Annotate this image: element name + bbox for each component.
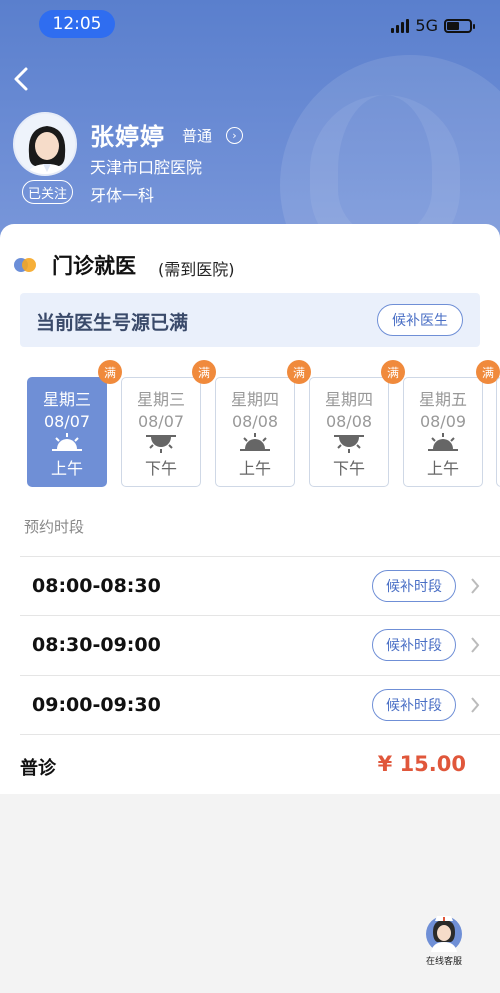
sun-icon: [428, 433, 458, 451]
full-notice-text: 当前医生号源已满: [36, 312, 189, 334]
department-name: 牙体一科: [90, 186, 155, 205]
chevron-right-icon: [471, 637, 480, 653]
date-tab-date: 08/09: [419, 412, 467, 431]
full-tag: 满: [192, 360, 216, 384]
divider: [20, 734, 500, 735]
back-arrow-icon[interactable]: [10, 64, 36, 94]
section-title: 门诊就医: [52, 254, 136, 278]
battery-icon: [444, 18, 475, 33]
network-label: 5G: [415, 16, 438, 35]
date-tab-date: 08/08: [325, 412, 373, 431]
date-tab-date: 08/07: [43, 412, 91, 431]
waitlist-slot-button[interactable]: 候补时段: [372, 570, 456, 602]
date-tab-weekday: 星期四: [230, 390, 279, 409]
date-tab-period: 下午: [144, 459, 177, 478]
hospital-name: 天津市口腔医院: [90, 158, 203, 177]
doctor-name: 张婷婷: [90, 123, 165, 151]
chevron-right-icon: [471, 697, 480, 713]
date-tab-period: 上午: [426, 459, 459, 478]
full-tag: 满: [381, 360, 405, 384]
date-tab[interactable]: 星期三 08/07 上午: [27, 377, 107, 487]
doctor-avatar: [13, 112, 77, 176]
slot-time: 09:00-09:30: [32, 694, 161, 716]
waitlist-doctor-button[interactable]: 候补医生: [377, 304, 463, 336]
date-tab[interactable]: 星期三 08/07 下午: [121, 377, 201, 487]
follow-badge[interactable]: 已关注: [22, 180, 73, 204]
nurse-avatar-icon: [426, 916, 462, 952]
date-tab-period: 下午: [332, 459, 365, 478]
price-value: ¥ 15.00: [377, 752, 466, 776]
sunset-icon: [146, 435, 176, 453]
date-tab-weekday: 星期三: [42, 390, 91, 409]
date-tab[interactable]: 星期四 08/08 上午: [215, 377, 295, 487]
time-slot-row[interactable]: 08:00-08:30 候补时段: [20, 556, 500, 615]
date-tab-period: 上午: [50, 459, 83, 478]
status-time: 12:05: [39, 10, 115, 38]
time-slot-row[interactable]: 08:30-09:00 候补时段: [20, 615, 500, 674]
section-dot-icon-secondary: [22, 258, 36, 272]
waitlist-slot-button[interactable]: 候补时段: [372, 629, 456, 661]
full-notice-banner: 当前医生号源已满 候补医生: [20, 293, 480, 347]
price-label: 普诊: [20, 758, 56, 779]
customer-service-button[interactable]: 在线客服: [420, 912, 468, 967]
date-tab-date: 08/07: [137, 412, 185, 431]
date-tab-date: 08/08: [231, 412, 279, 431]
date-tab-weekday: 星期四: [324, 390, 373, 409]
waitlist-slot-button[interactable]: 候补时段: [372, 689, 456, 721]
slot-time: 08:30-09:00: [32, 634, 161, 656]
date-tab[interactable]: 星期四 08/08 下午: [309, 377, 389, 487]
sunset-icon: [334, 435, 364, 453]
date-tab-weekday: 星期五: [418, 390, 467, 409]
slots-label: 预约时段: [24, 518, 85, 536]
date-tab[interactable]: 星期五 08/09 上午: [403, 377, 483, 487]
customer-service-label: 在线客服: [425, 957, 462, 967]
sun-icon: [52, 433, 82, 451]
status-indicators: 5G: [391, 16, 475, 35]
signal-icon: [391, 18, 410, 33]
doctor-title: 普通: [182, 127, 213, 145]
section-note: (需到医院): [158, 260, 235, 279]
full-tag: 满: [98, 360, 122, 384]
full-tag: 满: [287, 360, 311, 384]
date-tab-weekday: 星期三: [136, 390, 185, 409]
slot-time: 08:00-08:30: [32, 575, 161, 597]
chevron-right-circle-icon[interactable]: ›: [226, 127, 243, 144]
chevron-right-icon: [471, 578, 480, 594]
date-tab-partial[interactable]: [496, 377, 500, 487]
sun-icon: [240, 433, 270, 451]
time-slot-row[interactable]: 09:00-09:30 候补时段: [20, 675, 500, 734]
date-tab-period: 上午: [238, 459, 271, 478]
